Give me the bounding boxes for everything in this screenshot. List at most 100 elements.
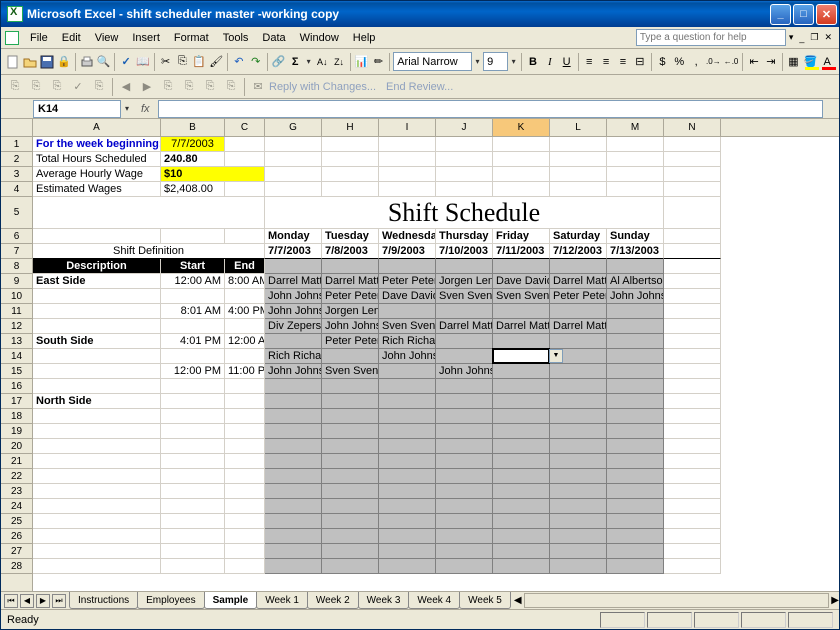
empty-cell[interactable] xyxy=(550,499,607,514)
cell[interactable] xyxy=(161,409,225,424)
cell[interactable] xyxy=(265,259,322,274)
empty-cell[interactable] xyxy=(379,529,436,544)
drawing-button[interactable]: ✏ xyxy=(371,52,387,72)
empty-cell[interactable] xyxy=(607,439,664,454)
section-label[interactable]: South Side xyxy=(33,334,161,349)
empty-cell[interactable] xyxy=(493,469,550,484)
employee-cell[interactable]: John Johnson xyxy=(265,364,322,379)
align-right-button[interactable]: ≡ xyxy=(615,52,631,72)
row-header-12[interactable]: 12 xyxy=(1,319,32,334)
section-label[interactable] xyxy=(33,484,161,499)
cell[interactable] xyxy=(265,152,322,167)
select-all-corner[interactable] xyxy=(1,119,32,137)
cell[interactable] xyxy=(664,304,721,319)
empty-cell[interactable] xyxy=(379,514,436,529)
borders-button[interactable]: ▦ xyxy=(786,52,802,72)
employee-cell[interactable] xyxy=(436,349,493,364)
cell[interactable] xyxy=(436,259,493,274)
cell[interactable] xyxy=(225,454,265,469)
section-label[interactable] xyxy=(33,409,161,424)
cut-button[interactable]: ✂ xyxy=(158,52,174,72)
row-header-2[interactable]: 2 xyxy=(1,152,32,167)
cell[interactable] xyxy=(322,259,379,274)
empty-cell[interactable] xyxy=(607,409,664,424)
day-date[interactable]: 7/13/2003 xyxy=(607,244,664,259)
section-label[interactable] xyxy=(33,319,161,334)
row-header-10[interactable]: 10 xyxy=(1,289,32,304)
day-label[interactable]: Sunday xyxy=(607,229,664,244)
empty-cell[interactable] xyxy=(379,469,436,484)
cell[interactable] xyxy=(322,137,379,152)
empty-cell[interactable] xyxy=(493,499,550,514)
empty-cell[interactable] xyxy=(322,484,379,499)
close-button[interactable]: ✕ xyxy=(816,4,837,25)
employee-cell[interactable]: John Johnson xyxy=(265,304,322,319)
font-dropdown[interactable]: ▾ xyxy=(473,57,482,66)
cell[interactable] xyxy=(436,167,493,182)
employee-cell[interactable]: Darrel Mattson xyxy=(265,274,322,289)
employee-cell[interactable]: Rich Richardson xyxy=(379,334,436,349)
empty-cell[interactable] xyxy=(379,559,436,574)
employee-cell[interactable]: Peter Peterson xyxy=(379,274,436,289)
cell[interactable] xyxy=(664,364,721,379)
help-dropdown[interactable]: ▾ xyxy=(786,32,797,43)
row-header-6[interactable]: 6 xyxy=(1,229,32,244)
cell[interactable] xyxy=(225,469,265,484)
menu-data[interactable]: Data xyxy=(255,30,292,46)
copy-button[interactable]: ⎘ xyxy=(175,52,191,72)
grid-body[interactable]: For the week beginning:7/7/2003Total Hou… xyxy=(33,137,839,574)
employee-cell[interactable] xyxy=(493,304,550,319)
empty-cell[interactable] xyxy=(607,529,664,544)
font-color-button[interactable]: A xyxy=(819,52,835,72)
font-selector[interactable]: Arial Narrow xyxy=(393,52,472,71)
empty-cell[interactable] xyxy=(607,514,664,529)
row-header-27[interactable]: 27 xyxy=(1,544,32,559)
cell[interactable] xyxy=(664,274,721,289)
cell[interactable] xyxy=(664,529,721,544)
column-header-I[interactable]: I xyxy=(379,119,436,136)
cell[interactable] xyxy=(664,349,721,364)
cell[interactable] xyxy=(225,379,265,394)
cell[interactable] xyxy=(225,152,265,167)
day-date[interactable]: 7/10/2003 xyxy=(436,244,493,259)
cell[interactable] xyxy=(225,439,265,454)
row-header-9[interactable]: 9 xyxy=(1,274,32,289)
section-label[interactable] xyxy=(33,439,161,454)
cell[interactable] xyxy=(493,137,550,152)
label-wage[interactable]: Average Hourly Wage xyxy=(33,167,161,182)
shift-start[interactable] xyxy=(161,349,225,364)
empty-cell[interactable] xyxy=(265,379,322,394)
cell-dropdown-button[interactable]: ▼ xyxy=(549,349,563,363)
cell[interactable] xyxy=(664,439,721,454)
review-btn-3[interactable]: ⎘ xyxy=(47,77,67,97)
cell[interactable] xyxy=(265,137,322,152)
employee-cell[interactable]: John Johnson xyxy=(436,364,493,379)
row-header-22[interactable]: 22 xyxy=(1,469,32,484)
name-box-dropdown[interactable]: ▾ xyxy=(121,104,133,113)
column-header-K[interactable]: K xyxy=(493,119,550,136)
empty-cell[interactable] xyxy=(607,484,664,499)
day-label[interactable]: Thursday xyxy=(436,229,493,244)
empty-cell[interactable] xyxy=(379,424,436,439)
empty-cell[interactable] xyxy=(322,499,379,514)
empty-cell[interactable] xyxy=(322,439,379,454)
cell[interactable] xyxy=(161,229,225,244)
shift-start[interactable] xyxy=(161,289,225,304)
label-week[interactable]: For the week beginning: xyxy=(33,137,161,152)
day-date[interactable]: 7/9/2003 xyxy=(379,244,436,259)
open-button[interactable] xyxy=(22,52,38,72)
employee-cell[interactable] xyxy=(607,304,664,319)
empty-cell[interactable] xyxy=(607,544,664,559)
empty-cell[interactable] xyxy=(379,499,436,514)
employee-cell[interactable] xyxy=(436,304,493,319)
employee-cell[interactable]: John Johnson xyxy=(379,349,436,364)
empty-cell[interactable] xyxy=(436,499,493,514)
empty-cell[interactable] xyxy=(493,514,550,529)
shift-end[interactable] xyxy=(225,349,265,364)
employee-cell[interactable]: John Johnson xyxy=(322,319,379,334)
tab-next-button[interactable]: ▶ xyxy=(36,594,50,608)
decrease-indent-button[interactable]: ⇤ xyxy=(746,52,762,72)
cell[interactable] xyxy=(161,529,225,544)
empty-cell[interactable] xyxy=(493,379,550,394)
research-button[interactable]: 📖 xyxy=(135,52,151,72)
